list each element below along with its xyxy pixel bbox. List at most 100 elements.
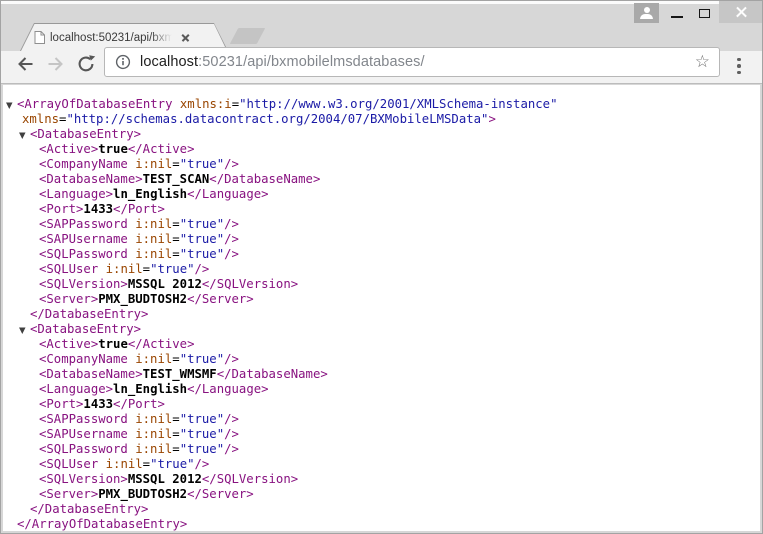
xml-tag-segment: </Language> [187, 382, 268, 396]
xml-tag-segment: <Server> [39, 487, 98, 501]
xml-val-segment: "true" [180, 427, 224, 441]
xml-tag-segment: /> [224, 412, 239, 426]
refresh-button[interactable] [76, 54, 96, 74]
xml-tag-segment: <Port> [39, 397, 83, 411]
maximize-icon [699, 9, 710, 18]
xml-plain-segment: = [143, 457, 150, 471]
xml-val-segment: "http://www.w3.org/2001/XMLSchema-instan… [239, 97, 557, 111]
xml-line: </ArrayOfDatabaseEntry> [3, 517, 760, 531]
xml-text-segment: ln_English [113, 187, 187, 201]
browser-menu-button[interactable] [731, 52, 747, 80]
minimize-icon [671, 16, 683, 18]
xml-plain-segment: = [172, 442, 179, 456]
xml-tag-segment: <SQLVersion> [39, 277, 128, 291]
xml-plain-segment [98, 457, 105, 471]
close-button[interactable] [719, 1, 763, 23]
xml-line: <Port>1433</Port> [3, 202, 760, 217]
xml-tag-segment: <SAPUsername [39, 427, 128, 441]
xml-tag-segment: </Language> [187, 187, 268, 201]
xml-line: <Server>PMX_BUDTOSH2</Server> [3, 487, 760, 502]
xml-tag-segment: <SAPUsername [39, 232, 128, 246]
xml-attr-segment: xmlns:i [180, 97, 232, 111]
xml-val-segment: "true" [180, 352, 224, 366]
xml-tag-segment: </DatabaseName> [209, 172, 320, 186]
xml-attr-segment: i:nil [135, 217, 172, 231]
xml-plain-segment: = [172, 157, 179, 171]
xml-line: <SAPUsername i:nil="true"/> [3, 232, 760, 247]
xml-tag-segment: /> [195, 457, 210, 471]
xml-tag-segment: /> [224, 427, 239, 441]
xml-text-segment: PMX_BUDTOSH2 [98, 292, 187, 306]
xml-tag-segment: <ArrayOfDatabaseEntry [17, 97, 172, 111]
forward-arrow-icon [46, 54, 66, 74]
xml-tag-segment: /> [224, 352, 239, 366]
xml-plain-segment: = [172, 217, 179, 231]
xml-line: <Server>PMX_BUDTOSH2</Server> [3, 292, 760, 307]
xml-attr-segment: i:nil [135, 427, 172, 441]
xml-tag-segment: </Server> [187, 292, 254, 306]
xml-tag-segment: </Port> [113, 202, 165, 216]
xml-line: xmlns="http://schemas.datacontract.org/2… [3, 112, 760, 127]
back-button[interactable] [15, 54, 35, 74]
xml-text-segment: MSSQL 2012 [128, 277, 202, 291]
xml-tag-segment: /> [224, 247, 239, 261]
xml-line: <SQLUser i:nil="true"/> [3, 262, 760, 277]
xml-plain-segment: = [172, 412, 179, 426]
xml-line: <SQLPassword i:nil="true"/> [3, 442, 760, 457]
minimize-button[interactable] [663, 3, 690, 23]
xml-attr-segment: xmlns [22, 112, 59, 126]
xml-tag-segment: </DatabaseName> [217, 367, 328, 381]
xml-plain-segment: = [143, 262, 150, 276]
xml-tag-segment: > [488, 112, 495, 126]
xml-tag-segment: <SQLUser [39, 457, 98, 471]
xml-tag-segment: </DatabaseEntry> [30, 502, 148, 516]
xml-line: <Active>true</Active> [3, 337, 760, 352]
xml-line: </DatabaseEntry> [3, 502, 760, 517]
forward-button[interactable] [46, 54, 66, 74]
xml-tag-segment: <CompanyName [39, 157, 128, 171]
xml-tag-segment: <SQLVersion> [39, 472, 128, 486]
xml-val-segment: "true" [180, 247, 224, 261]
xml-line: <Port>1433</Port> [3, 397, 760, 412]
xml-val-segment: "true" [180, 217, 224, 231]
xml-line: <CompanyName i:nil="true"/> [3, 352, 760, 367]
xml-tag-segment: <CompanyName [39, 352, 128, 366]
xml-attr-segment: i:nil [135, 232, 172, 246]
xml-tag-segment: </Port> [113, 397, 165, 411]
xml-plain-segment: = [172, 247, 179, 261]
new-tab-button[interactable] [230, 28, 266, 44]
xml-attr-segment: i:nil [135, 247, 172, 261]
xml-text-segment: TEST_SCAN [143, 172, 210, 186]
xml-line: <SAPPassword i:nil="true"/> [3, 412, 760, 427]
xml-plain-segment: = [172, 232, 179, 246]
xml-tag-segment: <DatabaseName> [39, 367, 143, 381]
xml-tag-segment: </SQLVersion> [202, 472, 298, 486]
xml-tag-segment: <SAPPassword [39, 217, 128, 231]
xml-line: ▼<ArrayOfDatabaseEntry xmlns:i="http://w… [3, 97, 760, 112]
xml-line: <CompanyName i:nil="true"/> [3, 157, 760, 172]
xml-attr-segment: i:nil [135, 442, 172, 456]
bookmark-star-icon[interactable]: ☆ [695, 52, 710, 72]
url-text: localhost:50231/api/bxmobilelmsdatabases… [140, 54, 425, 70]
profile-button[interactable] [634, 3, 659, 23]
maximize-button[interactable] [691, 3, 718, 23]
info-icon[interactable] [115, 54, 131, 70]
xml-plain-segment: = [232, 97, 239, 111]
xml-line: <Active>true</Active> [3, 142, 760, 157]
xml-tag-segment: </Active> [128, 142, 195, 156]
xml-tag-segment: /> [224, 442, 239, 456]
xml-attr-segment: i:nil [135, 412, 172, 426]
xml-tag-segment: <DatabaseEntry> [30, 127, 141, 141]
profile-person-icon [640, 7, 653, 19]
omnibox[interactable]: localhost:50231/api/bxmobilelmsdatabases… [104, 47, 720, 77]
xml-line: <DatabaseName>TEST_WMSMF</DatabaseName> [3, 367, 760, 382]
tab-strip: localhost:50231/api/bxm [1, 1, 762, 51]
xml-text-segment: ln_English [113, 382, 187, 396]
xml-plain-segment [172, 97, 179, 111]
xml-line: <SQLVersion>MSSQL 2012</SQLVersion> [3, 472, 760, 487]
xml-text-segment: true [98, 337, 128, 351]
tab-title: localhost:50231/api/bxm [50, 31, 172, 45]
tab-close-icon[interactable] [180, 32, 191, 43]
xml-line: <DatabaseName>TEST_SCAN</DatabaseName> [3, 172, 760, 187]
page-favicon-icon [34, 31, 45, 44]
